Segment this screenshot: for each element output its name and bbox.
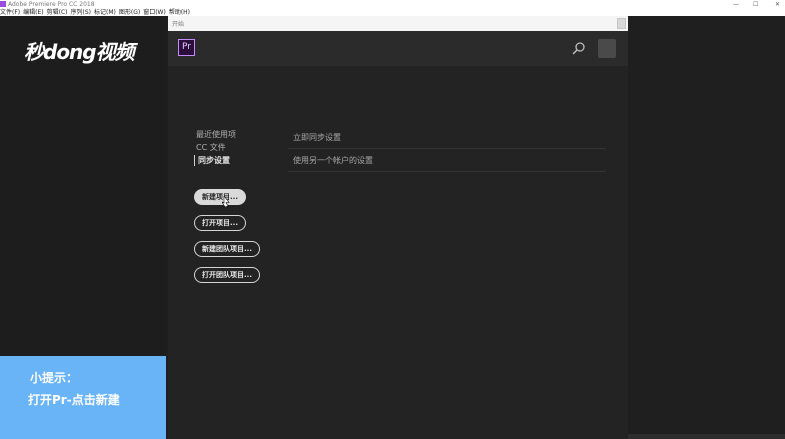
tip-title: 小提示： bbox=[30, 371, 79, 385]
right-footer bbox=[628, 434, 785, 439]
open-team-project-button[interactable]: 打开团队项目... bbox=[194, 267, 260, 283]
nav-recent[interactable]: 最近使用项 bbox=[196, 129, 236, 140]
dialog-title: 开始 bbox=[172, 21, 185, 28]
menu-graphics[interactable]: 图形(G) bbox=[119, 9, 140, 16]
new-project-button[interactable]: 新建项目... bbox=[194, 189, 246, 205]
sync-other-account-row[interactable]: 使用另一个帐户的设置 bbox=[288, 150, 606, 172]
brand-logo: 秒dong视频 bbox=[24, 40, 135, 64]
tip-text: 打开Pr-点击新建 bbox=[28, 393, 120, 407]
menu-clip[interactable]: 剪辑(C) bbox=[47, 9, 68, 16]
right-panel bbox=[628, 16, 785, 439]
tip-box: 小提示： 打开Pr-点击新建 bbox=[0, 356, 166, 439]
dialog-header: Pr bbox=[168, 31, 628, 66]
minimize-icon[interactable]: — bbox=[733, 0, 739, 9]
menu-edit[interactable]: 编辑(E) bbox=[23, 9, 43, 16]
search-icon[interactable] bbox=[572, 41, 586, 55]
new-team-project-button[interactable]: 新建团队项目... bbox=[194, 241, 260, 257]
sync-now-row[interactable]: 立即同步设置 bbox=[288, 127, 606, 149]
dialog-titlebar: 开始 bbox=[168, 16, 628, 31]
start-dialog: 开始 Pr 最近使用项 CC 文件 同步设置 立即同步设置 使用另一个帐户的设置… bbox=[168, 16, 628, 439]
menu-window[interactable]: 窗口(W) bbox=[143, 9, 166, 16]
menu-marker[interactable]: 标记(M) bbox=[94, 9, 116, 16]
avatar[interactable] bbox=[598, 39, 616, 58]
premiere-app-icon bbox=[0, 1, 6, 7]
menu-file[interactable]: 文件(F) bbox=[0, 9, 20, 16]
nav-cc-files[interactable]: CC 文件 bbox=[196, 142, 226, 153]
premiere-logo-icon: Pr bbox=[178, 39, 195, 56]
menu-sequence[interactable]: 序列(S) bbox=[71, 9, 92, 16]
mouse-cursor-icon bbox=[222, 196, 230, 207]
window-title: Adobe Premiere Pro CC 2018 bbox=[8, 1, 95, 8]
menu-bar: 文件(F) 编辑(E) 剪辑(C) 序列(S) 标记(M) 图形(G) 窗口(W) 帮助(H) bbox=[0, 9, 785, 16]
nav-sync-settings[interactable]: 同步设置 bbox=[194, 155, 230, 166]
maximize-icon[interactable]: ☐ bbox=[753, 0, 758, 9]
menu-help[interactable]: 帮助(H) bbox=[169, 9, 190, 16]
close-icon[interactable]: ✕ bbox=[775, 0, 780, 9]
dialog-close-button[interactable] bbox=[617, 18, 626, 29]
open-project-button[interactable]: 打开项目... bbox=[194, 215, 246, 231]
window-titlebar: Adobe Premiere Pro CC 2018 — ☐ ✕ bbox=[0, 0, 785, 9]
